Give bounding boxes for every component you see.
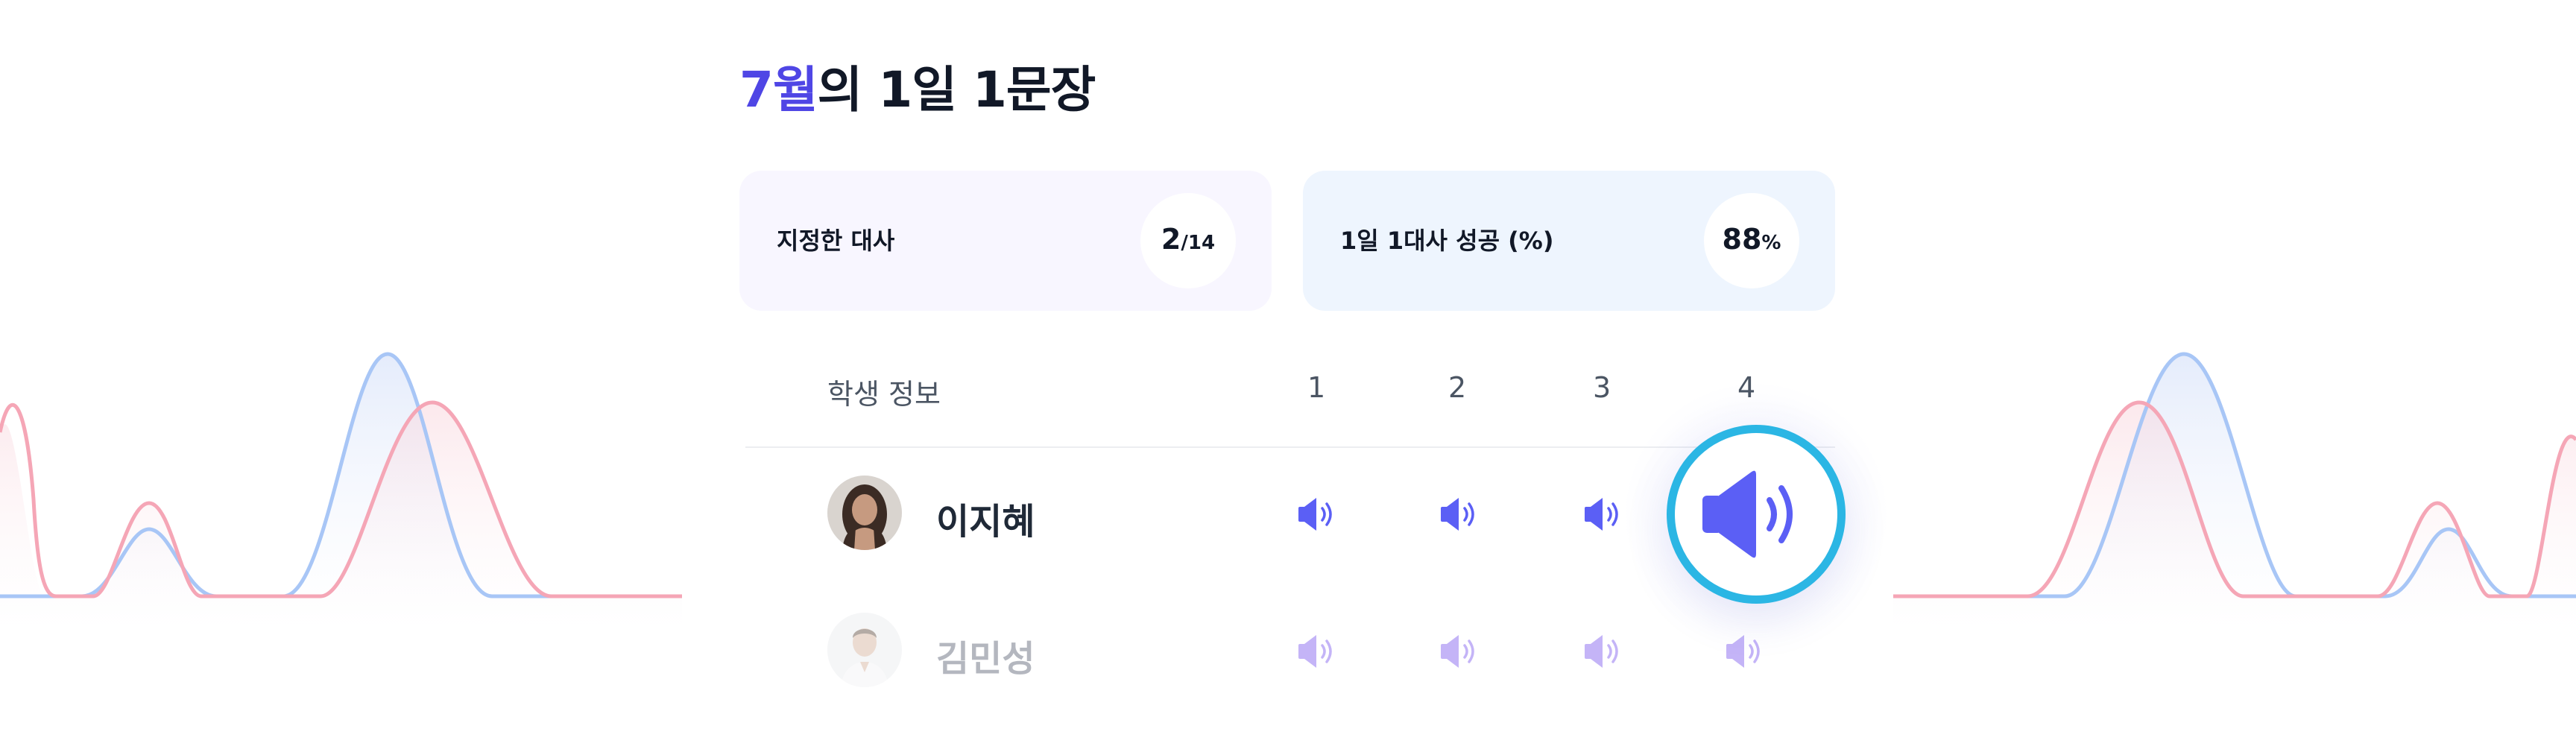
speaker-volume-icon[interactable] <box>1295 631 1340 672</box>
speaker-volume-icon <box>1702 470 1793 558</box>
page-title: 7월의 1일 1문장 <box>739 66 1096 115</box>
success-rate-unit: % <box>1761 232 1781 254</box>
success-rate-number: 88 <box>1722 223 1762 256</box>
success-rate-card: 1일 1대사 성공 (%) 88% <box>1303 171 1835 311</box>
table-header: 학생 정보 1 2 3 4 <box>739 371 1835 416</box>
student-name: 이지혜 <box>936 501 1035 543</box>
column-header-3: 3 <box>1593 371 1611 404</box>
assigned-lines-card: 지정한 대사 2/14 <box>739 171 1272 311</box>
avatar <box>827 476 902 550</box>
assigned-lines-label: 지정한 대사 <box>777 227 895 255</box>
assigned-lines-total: /14 <box>1181 232 1216 254</box>
play-audio-button[interactable] <box>1622 380 1890 648</box>
assigned-lines-count: 2 <box>1161 223 1181 256</box>
title-month: 7월 <box>739 61 818 119</box>
speaker-volume-icon[interactable] <box>1582 631 1626 672</box>
column-header-1: 1 <box>1307 371 1326 404</box>
title-text: 의 1일 1문장 <box>817 61 1096 119</box>
speaker-volume-icon[interactable] <box>1438 493 1483 535</box>
avatar <box>827 613 902 687</box>
student-name: 김민성 <box>936 638 1035 680</box>
table-row: 김민성 <box>739 613 1835 695</box>
success-rate-label: 1일 1대사 성공 (%) <box>1340 227 1554 255</box>
decorative-wave-left <box>0 352 682 626</box>
speaker-volume-icon[interactable] <box>1438 631 1483 672</box>
assigned-lines-value: 2/14 <box>1140 193 1236 288</box>
student-info-header: 학생 정보 <box>827 378 941 411</box>
speaker-volume-icon[interactable] <box>1295 493 1340 535</box>
column-header-2: 2 <box>1448 371 1467 404</box>
success-rate-value: 88% <box>1704 193 1799 288</box>
speaker-volume-icon[interactable] <box>1582 493 1626 535</box>
decorative-wave-right <box>1893 352 2576 626</box>
